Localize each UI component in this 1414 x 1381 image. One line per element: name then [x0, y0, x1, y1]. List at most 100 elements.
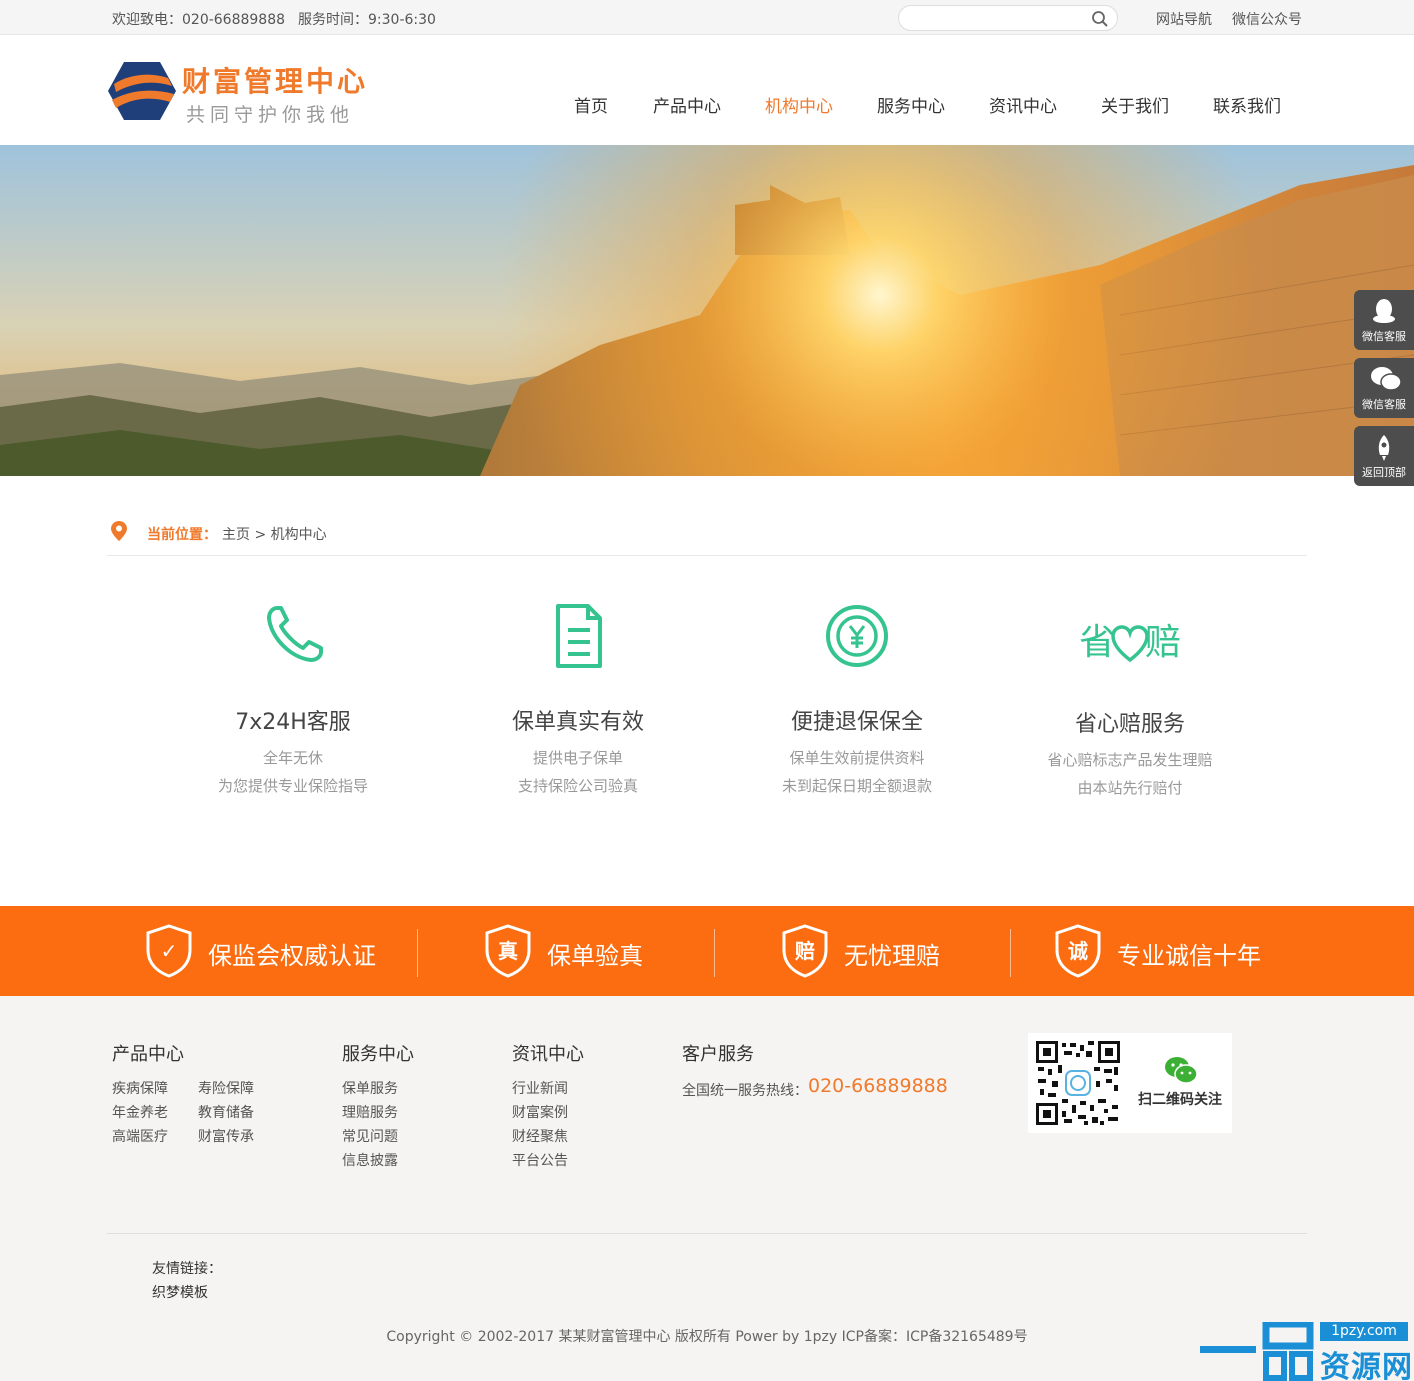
yen-coin-icon	[826, 605, 888, 667]
assurance-text: 无忧理赔	[844, 942, 940, 970]
assurance-text: 保单验真	[547, 942, 643, 970]
feature-card-service: 7x24H客服 全年无休 为您提供专业保险指导	[153, 600, 433, 795]
footer-link[interactable]: 平台公告	[512, 1150, 568, 1170]
hotline-label: 全国统一服务热线：	[682, 1083, 808, 1099]
assurance-strip: ✓ 保监会权威认证 真 保单验真 赔 无忧理赔 诚 专业诚信十年	[0, 906, 1414, 996]
friend-link[interactable]: 织梦模板	[152, 1282, 208, 1302]
nav-news[interactable]: 资讯中心	[989, 92, 1057, 117]
feature-line: 提供电子保单	[532, 749, 623, 767]
assurance-text: 专业诚信十年	[1117, 942, 1261, 970]
footer-customer-title: 客户服务	[682, 1044, 754, 1065]
wechat-icon	[1371, 367, 1402, 391]
footer-link[interactable]: 年金养老	[112, 1102, 168, 1122]
hero-banner	[0, 145, 1414, 476]
nav-services[interactable]: 服务中心	[877, 92, 945, 117]
shield-integrity-icon: 诚	[1055, 924, 1101, 978]
feature-line: 为您提供专业保险指导	[217, 777, 368, 795]
logo-slogan: 共同守护你我他	[186, 104, 355, 126]
top-bar: 欢迎致电：020-66889888 服务时间：9:30-6:30 网站导航 微信…	[0, 0, 1414, 35]
footer-link[interactable]: 财富传承	[198, 1126, 254, 1146]
feature-line: 支持保险公司验真	[517, 777, 638, 795]
shield-badge-text: 赔	[795, 939, 815, 963]
float-qq-service-button[interactable]: 微信客服	[1354, 290, 1414, 350]
footer-news-title: 资讯中心	[512, 1044, 584, 1065]
divider	[714, 929, 715, 977]
wechat-account-link[interactable]: 微信公众号	[1232, 9, 1302, 29]
footer-link[interactable]: 财经聚焦	[512, 1126, 568, 1146]
footer-link[interactable]: 常见问题	[342, 1126, 398, 1146]
welcome-hotline: 欢迎致电：020-66889888	[112, 12, 286, 28]
float-label: 微信客服	[1362, 330, 1406, 343]
logo-icon[interactable]	[108, 60, 176, 122]
shield-badge-text: ✓	[161, 939, 178, 963]
feature-line: 全年无休	[262, 749, 323, 767]
footer-link[interactable]: 高端医疗	[112, 1126, 168, 1146]
heart-claim-icon: 省 赔	[1079, 622, 1181, 663]
footer-link[interactable]: 信息披露	[342, 1150, 398, 1170]
rocket-icon	[1378, 435, 1390, 461]
nav-about[interactable]: 关于我们	[1101, 92, 1169, 117]
shield-claim-icon: 赔	[782, 924, 828, 978]
qr-code-panel: 扫二维码关注	[1028, 1033, 1232, 1133]
footer-link[interactable]: 财富案例	[512, 1102, 568, 1122]
document-icon	[556, 604, 602, 668]
watermark-icon	[1200, 1322, 1314, 1381]
back-to-top-button[interactable]: 返回顶部	[1354, 426, 1414, 486]
float-label: 微信客服	[1362, 398, 1406, 411]
qr-caption: 扫二维码关注	[1138, 1092, 1222, 1108]
breadcrumb[interactable]: 主页 > 机构中心	[222, 524, 327, 544]
service-hours: 服务时间：9:30-6:30	[298, 12, 436, 28]
feature-title: 7x24H客服	[235, 710, 351, 735]
hotline-number: 020-66889888	[808, 1075, 948, 1097]
great-wall-sunset-image	[0, 145, 1414, 476]
friend-links-label: 友情链接：	[152, 1261, 222, 1277]
watermark-name: 资源网	[1320, 1350, 1413, 1381]
phone-icon	[267, 606, 323, 662]
footer-link[interactable]: 教育储备	[198, 1102, 254, 1122]
feature-title: 省心赔服务	[1074, 712, 1185, 737]
header: 财富管理中心 共同守护你我他 首页 产品中心 机构中心 服务中心 资讯中心 关于…	[0, 36, 1414, 145]
penguin-icon	[1373, 299, 1395, 323]
nav-products[interactable]: 产品中心	[653, 92, 721, 117]
float-wechat-service-button[interactable]: 微信客服	[1354, 358, 1414, 418]
divider	[1010, 929, 1011, 977]
divider	[107, 1233, 1307, 1234]
feature-title: 保单真实有效	[511, 710, 644, 735]
footer-products-title: 产品中心	[112, 1044, 184, 1065]
search-box	[898, 5, 1118, 31]
footer-link[interactable]: 保单服务	[342, 1078, 398, 1098]
qr-code	[1034, 1039, 1122, 1127]
watermark-logo: 1pzy.com 资源网	[1200, 1322, 1414, 1381]
search-icon[interactable]	[1091, 10, 1109, 28]
footer-link[interactable]: 疾病保障	[112, 1078, 168, 1098]
heart-claim-char: 赔	[1145, 622, 1181, 663]
shield-badge-text: 诚	[1068, 939, 1088, 963]
search-input[interactable]	[911, 9, 1081, 27]
site-nav-link[interactable]: 网站导航	[1156, 9, 1212, 29]
footer-link[interactable]: 行业新闻	[512, 1078, 568, 1098]
divider	[107, 555, 1307, 556]
nav-institutions[interactable]: 机构中心	[765, 92, 833, 117]
nav-contact[interactable]: 联系我们	[1213, 92, 1281, 117]
feature-title: 便捷退保保全	[790, 710, 923, 735]
breadcrumb-label: 当前位置：	[147, 527, 217, 543]
logo-title: 财富管理中心	[182, 65, 369, 98]
wechat-icon	[1165, 1057, 1198, 1084]
location-pin-icon	[111, 521, 127, 541]
footer-link[interactable]: 寿险保障	[198, 1078, 254, 1098]
feature-line: 未到起保日期全额退款	[781, 777, 932, 795]
float-label: 返回顶部	[1362, 466, 1406, 479]
assurance-text: 保监会权威认证	[208, 942, 376, 970]
feature-line: 省心赔标志产品发生理赔	[1047, 751, 1213, 769]
shield-verify-icon: 真	[485, 924, 531, 978]
nav-home[interactable]: 首页	[574, 92, 608, 117]
feature-card-claims: 省 赔 省心赔服务 省心赔标志产品发生理赔 由本站先行赔付	[990, 600, 1270, 797]
feature-card-policy: 保单真实有效 提供电子保单 支持保险公司验真	[438, 600, 718, 795]
divider	[417, 929, 418, 977]
feature-line: 由本站先行赔付	[1077, 779, 1183, 797]
watermark-url: 1pzy.com	[1320, 1322, 1408, 1341]
heart-claim-char: 省	[1079, 622, 1115, 663]
footer-link[interactable]: 理赔服务	[342, 1102, 398, 1122]
footer-services-title: 服务中心	[342, 1044, 414, 1065]
shield-badge-text: 真	[498, 939, 518, 963]
